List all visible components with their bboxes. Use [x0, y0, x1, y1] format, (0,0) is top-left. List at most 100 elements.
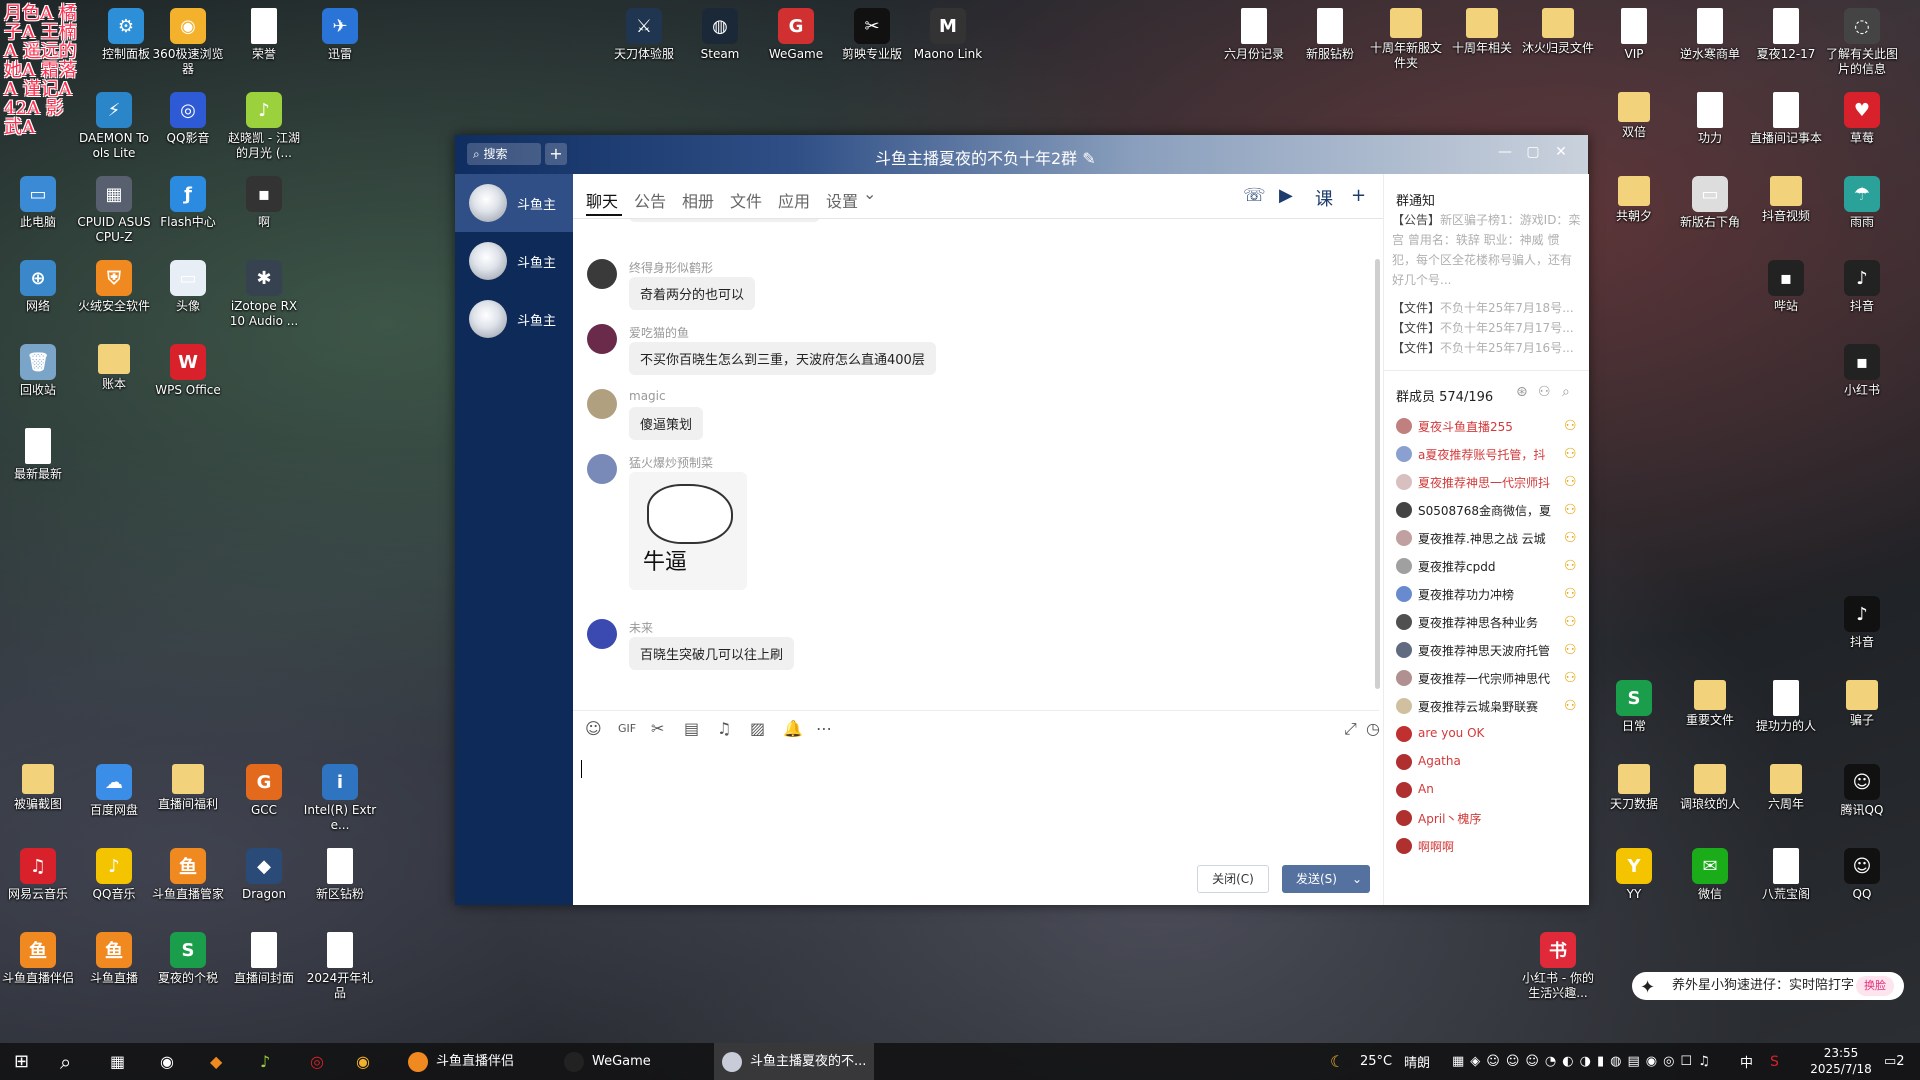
desktop-icon[interactable]: ☂ 雨雨 — [1824, 176, 1900, 230]
member-manage-icon[interactable]: ⊛ — [1516, 384, 1528, 400]
desktop-icon[interactable]: ✉ 微信 — [1672, 848, 1748, 902]
app-icon-douyu[interactable]: ◆ — [210, 1043, 222, 1080]
desktop-icon[interactable]: ▭ 此电脑 — [0, 176, 76, 230]
desktop-icon[interactable]: ⚔ 天刀体验服 — [606, 8, 682, 62]
desktop-icon[interactable]: VIP — [1596, 8, 1672, 62]
desktop-icon[interactable]: 逆水寒商单 — [1672, 8, 1748, 62]
desktop-icon[interactable]: 直播间封面 — [226, 932, 302, 986]
conversation-item[interactable]: 斗鱼主 — [455, 290, 573, 348]
sender-name[interactable]: magic — [629, 389, 666, 403]
desktop-icon[interactable]: 夏夜12-17 — [1748, 8, 1824, 62]
desktop-icon[interactable]: 书小红书 - 你的生活兴趣... — [1520, 932, 1596, 1001]
group-notice[interactable]: 【公告】新区骗子榜1：游戏ID：栾宫 曾用名：轶辞 职业：神威 惯犯，每个区全花… — [1392, 210, 1582, 290]
member-item[interactable]: 夏夜推荐云城枭野联赛 ⚇ — [1396, 698, 1582, 716]
desktop-icon[interactable]: ✈ 迅雷 — [302, 8, 378, 62]
member-item[interactable]: An — [1396, 782, 1582, 800]
member-item[interactable]: 夏夜斗鱼直播255 ⚇ — [1396, 418, 1582, 436]
desktop-icon[interactable]: S 夏夜的个税 — [150, 932, 226, 986]
taskbar-app[interactable]: WeGame — [556, 1043, 704, 1080]
desktop-icon[interactable]: ☁ 百度网盘 — [76, 764, 152, 818]
tab-1[interactable]: 公告 — [634, 188, 666, 212]
member-item[interactable]: S0508768金商微信，夏 ⚇ — [1396, 502, 1582, 520]
member-item[interactable]: 夏夜推荐神思天波府托管 ⚇ — [1396, 642, 1582, 660]
member-item[interactable]: 夏夜推荐神思各种业务 ⚇ — [1396, 614, 1582, 632]
close-icon[interactable]: ✕ — [1552, 144, 1570, 160]
switch-button[interactable]: 换脸 — [1856, 976, 1894, 996]
add-button[interactable]: + — [545, 143, 567, 165]
chat-scrollbar[interactable] — [1373, 219, 1381, 709]
add-member-icon[interactable]: ⚇ — [1538, 384, 1551, 400]
video-icon[interactable]: ▶ — [1279, 185, 1293, 206]
group-file-item[interactable]: 【文件】不负十年25年7月18号... — [1392, 298, 1584, 318]
minimize-icon[interactable]: — — [1496, 144, 1514, 160]
desktop-icon[interactable]: 最新最新 — [0, 428, 76, 482]
sogou-icon[interactable]: S — [1770, 1043, 1779, 1080]
sender-name[interactable]: 猛火爆炒预制菜 — [629, 454, 713, 471]
desktop-icon[interactable]: ♪ 抖音 — [1824, 260, 1900, 314]
desktop-icon[interactable]: 抖音视频 — [1748, 176, 1824, 224]
desktop-icon[interactable]: 账本 — [76, 344, 152, 392]
desktop-icon[interactable]: Y YY — [1596, 848, 1672, 902]
phone-icon[interactable]: ☏ — [1243, 185, 1266, 206]
image-icon[interactable]: ▨ — [750, 719, 765, 738]
close-button[interactable]: 关闭(C) — [1197, 865, 1269, 893]
sender-avatar[interactable] — [587, 454, 617, 484]
desktop-icon[interactable]: ◍ Steam — [682, 8, 758, 62]
folder-icon[interactable]: ▤ — [684, 719, 699, 738]
tab-0[interactable]: 聊天 — [586, 188, 618, 212]
desktop-icon[interactable]: ◆ Dragon — [226, 848, 302, 902]
bell-icon[interactable]: 🔔 — [783, 719, 803, 738]
desktop-icon[interactable]: 鱼斗鱼直播管家 — [150, 848, 226, 902]
desktop-icon[interactable]: ♫ 网易云音乐 — [0, 848, 76, 902]
notification-center-icon[interactable]: ▭ 2 — [1884, 1043, 1905, 1080]
more-icon[interactable]: ⋯ — [816, 719, 832, 738]
windows-start-icon[interactable]: ⊞ — [14, 1043, 29, 1080]
app-icon-browser[interactable]: ◉ — [356, 1043, 370, 1080]
add-circle-icon[interactable]: + — [1351, 185, 1366, 206]
member-item[interactable]: a夏夜推荐账号托管，抖 ⚇ — [1396, 446, 1582, 464]
desktop-icon[interactable]: 直播间福利 — [150, 764, 226, 812]
desktop-icon[interactable]: 重要文件 — [1672, 680, 1748, 728]
screenshot-icon[interactable]: ✂ — [651, 719, 664, 738]
desktop-icon[interactable]: ⚡ DAEMON Tools Lite — [76, 92, 152, 161]
calculator-icon[interactable]: ▦ — [110, 1043, 125, 1080]
desktop-icon[interactable]: 新区钻粉 — [302, 848, 378, 902]
desktop-icon[interactable]: 双倍 — [1596, 92, 1672, 140]
member-item[interactable]: 夏夜推荐功力冲榜 ⚇ — [1396, 586, 1582, 604]
desktop-icon[interactable]: ♥ 草莓 — [1824, 92, 1900, 146]
search-icon[interactable]: ⌕ — [60, 1043, 71, 1080]
history-icon[interactable]: ◷ — [1366, 719, 1380, 738]
desktop-icon[interactable]: ▪ 啊 — [226, 176, 302, 230]
desktop-icon[interactable]: M Maono Link — [910, 8, 986, 62]
tab-5[interactable]: 设置 — [826, 188, 858, 212]
desktop-icon[interactable]: ▪ 小红书 — [1824, 344, 1900, 398]
sender-avatar[interactable] — [587, 389, 617, 419]
sender-avatar[interactable] — [587, 259, 617, 289]
sender-name[interactable]: 未来 — [629, 619, 653, 636]
desktop-icon[interactable]: ƒ Flash中心 — [150, 176, 226, 230]
desktop-icon[interactable]: ♪ 赵晓凯 - 江湖的月光 (... — [226, 92, 302, 161]
desktop-icon[interactable]: ◉ 360极速浏览器 — [150, 8, 226, 77]
maximize-icon[interactable]: ▢ — [1524, 144, 1542, 160]
app-icon-music[interactable]: ♪ — [260, 1043, 270, 1080]
desktop-icon[interactable]: ▪ 哔站 — [1748, 260, 1824, 314]
course-icon[interactable]: 课 — [1315, 185, 1333, 211]
desktop-icon[interactable]: i Intel(R) Extre... — [302, 764, 378, 833]
notification-toast[interactable]: ✦ 养外星小狗速进仔：实时陪打字 换脸 — [1632, 972, 1904, 1000]
desktop-icon[interactable]: ☺ QQ — [1824, 848, 1900, 902]
search-icon[interactable]: ⌕ — [1562, 384, 1570, 400]
sender-avatar[interactable] — [587, 324, 617, 354]
member-item[interactable]: are you OK — [1396, 726, 1582, 744]
desktop-icon[interactable]: 六周年 — [1748, 764, 1824, 812]
member-item[interactable]: April丶槐序 — [1396, 810, 1582, 828]
message-bubble[interactable]: 不买你百晓生怎么到三重，天波府怎么直通400层 — [629, 342, 936, 375]
desktop-icon[interactable]: 六月份记录 — [1216, 8, 1292, 62]
desktop-icon[interactable]: 共朝夕 — [1596, 176, 1672, 224]
app-icon-owl[interactable]: ◉ — [160, 1043, 174, 1080]
tab-3[interactable]: 文件 — [730, 188, 762, 212]
desktop-icon[interactable]: G WeGame — [758, 8, 834, 62]
message-bubble[interactable]: 奇着两分的也可以 — [629, 277, 756, 310]
message-input[interactable] — [573, 744, 1379, 864]
member-item[interactable]: 啊啊啊 — [1396, 838, 1582, 856]
sender-avatar[interactable] — [587, 619, 617, 649]
